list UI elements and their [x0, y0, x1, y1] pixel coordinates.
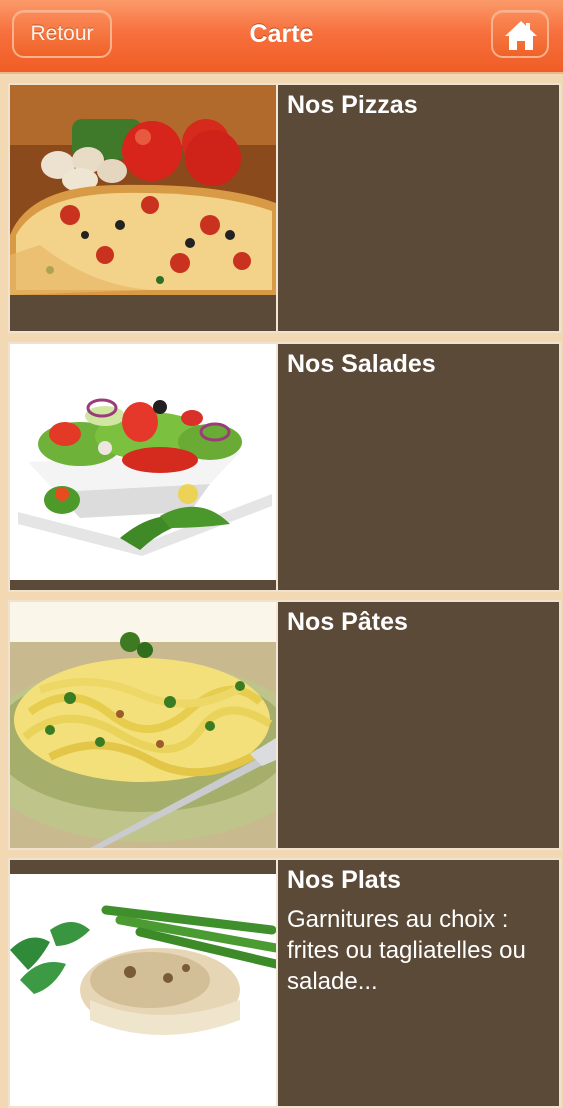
menu-item-title: Nos Pâtes: [287, 608, 408, 636]
dish-photo: [10, 860, 278, 1106]
navigation-bar: Retour Carte: [0, 0, 563, 74]
menu-item-pizzas[interactable]: Nos Pizzas: [8, 83, 561, 333]
page-title: Carte: [249, 20, 314, 48]
menu-item-description: Garnitures au choix : frites ou tagliate…: [287, 906, 526, 995]
home-icon: [505, 21, 537, 50]
home-button[interactable]: [491, 10, 549, 58]
salad-photo: [10, 344, 278, 590]
menu-item-title: Nos Pizzas: [287, 91, 418, 119]
menu-item-title: Nos Plats: [287, 866, 401, 894]
pasta-photo: [10, 602, 278, 848]
menu-item-salades[interactable]: Nos Salades: [8, 342, 561, 592]
menu-item-title: Nos Salades: [287, 350, 436, 378]
menu-item-pates[interactable]: Nos Pâtes: [8, 600, 561, 850]
menu-item-plats[interactable]: Nos Plats Garnitures au choix : frites o…: [8, 858, 561, 1108]
pizza-photo: [10, 85, 278, 331]
